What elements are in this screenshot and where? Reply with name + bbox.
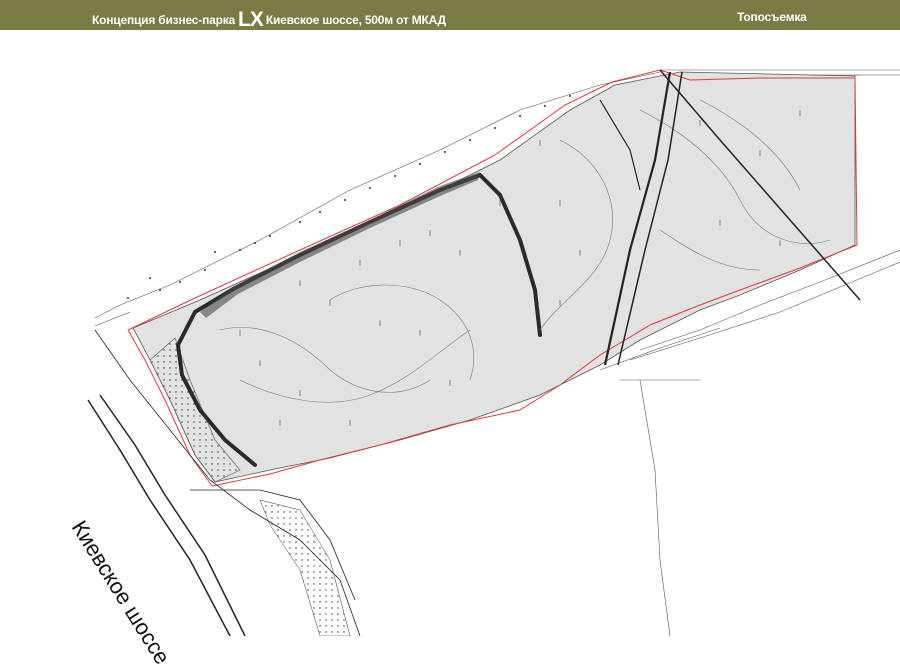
highway-hatch — [259, 499, 351, 636]
header-bar: Концепция бизнес-парка LX Киевское шоссе, … — [0, 0, 900, 31]
section-title: Топосъемка — [737, 10, 807, 24]
lx-logo: LX — [238, 8, 264, 31]
page-title: Концепция бизнес-парка LX Киевское шоссе, … — [92, 6, 446, 31]
title-prefix: Концепция бизнес-парка — [92, 13, 236, 27]
title-suffix: Киевское шоссе, 500м от МКАД — [265, 13, 446, 27]
topographic-map — [87, 69, 900, 636]
